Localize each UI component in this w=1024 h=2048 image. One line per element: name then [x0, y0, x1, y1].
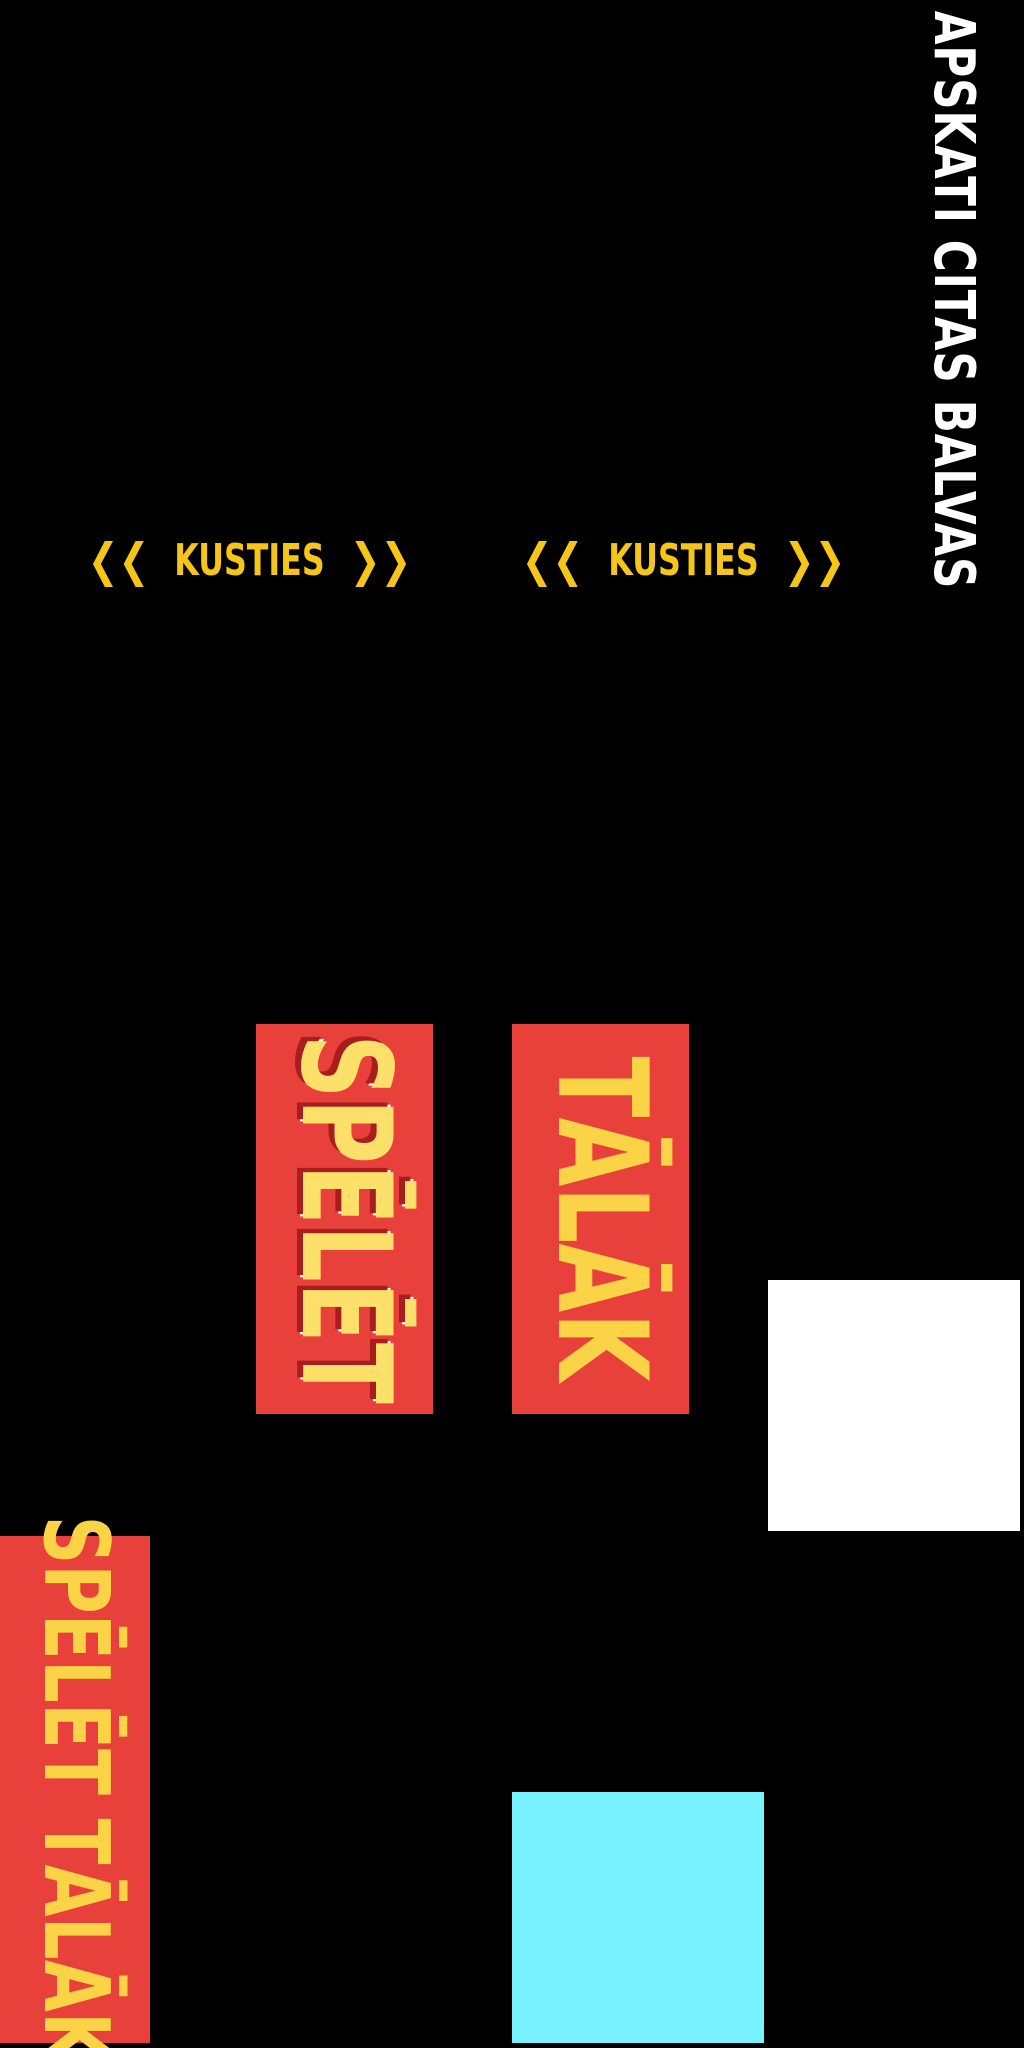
white-color-swatch [768, 1280, 1020, 1531]
play-button-label: SPĒLĒT [272, 1034, 417, 1404]
next-button[interactable]: TĀLĀK [512, 1024, 689, 1414]
play-further-button-label: SPĒLĒT TĀLĀK [23, 1515, 128, 2048]
next-button-label: TĀLĀK [528, 1056, 673, 1382]
game-screen: APSKATI CITAS BALVAS ❮❮ KUSTIES ❯❯ ❮❮ KU… [0, 0, 1024, 2048]
move-hint-label: KUSTIES [608, 534, 759, 586]
see-other-prizes-label: APSKATI CITAS BALVAS [921, 10, 986, 590]
play-button[interactable]: SPĒLĒT [256, 1024, 433, 1414]
cyan-color-swatch [512, 1792, 764, 2043]
move-hint-right: ❮❮ KUSTIES ❯❯ [514, 530, 846, 590]
double-chevron-right-icon: ❯❯ [783, 533, 846, 587]
double-chevron-right-icon: ❯❯ [349, 533, 412, 587]
see-other-prizes-link[interactable]: APSKATI CITAS BALVAS [900, 0, 1006, 600]
double-chevron-left-icon: ❮❮ [521, 533, 584, 587]
play-further-button[interactable]: SPĒLĒT TĀLĀK [0, 1515, 150, 2048]
move-hint-label: KUSTIES [174, 534, 325, 586]
double-chevron-left-icon: ❮❮ [87, 533, 150, 587]
move-hint-left: ❮❮ KUSTIES ❯❯ [80, 530, 412, 590]
